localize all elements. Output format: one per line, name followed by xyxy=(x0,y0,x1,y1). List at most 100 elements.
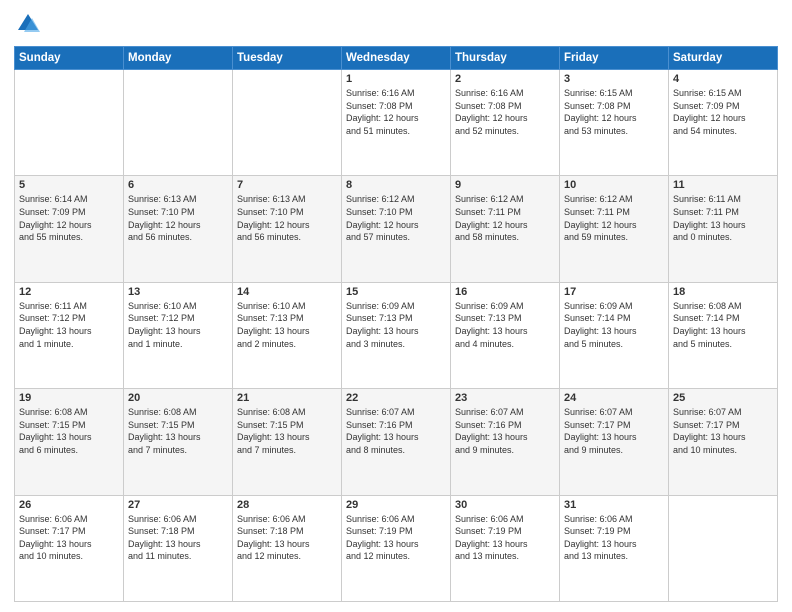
calendar-cell: 23 Sunrise: 6:07 AM Sunset: 7:16 PM Dayli… xyxy=(451,389,560,495)
day-number: 30 xyxy=(455,499,555,511)
day-number: 4 xyxy=(673,73,773,85)
logo xyxy=(14,10,46,38)
day-info: Sunrise: 6:14 AM Sunset: 7:09 PM Dayligh… xyxy=(19,193,119,243)
day-number: 3 xyxy=(564,73,664,85)
calendar-cell: 9Sunrise: 6:12 AM Sunset: 7:11 PM Daylig… xyxy=(451,176,560,282)
day-number: 24 xyxy=(564,392,664,404)
day-info: Sunrise: 6:10 AM Sunset: 7:13 PM Dayligh… xyxy=(237,300,337,350)
day-info: Sunrise: 6:07 AM Sunset: 7:17 PM Dayligh… xyxy=(673,406,773,456)
day-info: Sunrise: 6:16 AM Sunset: 7:08 PM Dayligh… xyxy=(346,87,446,137)
calendar-cell: 15 Sunrise: 6:09 AM Sunset: 7:13 PM Dayli… xyxy=(342,282,451,388)
day-info: Sunrise: 6:12 AM Sunset: 7:11 PM Dayligh… xyxy=(564,193,664,243)
day-info: Sunrise: 6:15 AM Sunset: 7:08 PM Dayligh… xyxy=(564,87,664,137)
calendar-cell: 27Sunrise: 6:06 AM Sunset: 7:18 PM Dayli… xyxy=(124,495,233,601)
calendar-cell: 3 Sunrise: 6:15 AM Sunset: 7:08 PM Daylig… xyxy=(560,70,669,176)
day-number: 21 xyxy=(237,392,337,404)
header xyxy=(14,10,778,38)
day-info: Sunrise: 6:08 AM Sunset: 7:14 PM Dayligh… xyxy=(673,300,773,350)
day-info: Sunrise: 6:12 AM Sunset: 7:11 PM Dayligh… xyxy=(455,193,555,243)
calendar-cell xyxy=(15,70,124,176)
day-number: 19 xyxy=(19,392,119,404)
day-info: Sunrise: 6:13 AM Sunset: 7:10 PM Dayligh… xyxy=(128,193,228,243)
day-number: 15 xyxy=(346,286,446,298)
day-number: 14 xyxy=(237,286,337,298)
calendar-cell: 12Sunrise: 6:11 AM Sunset: 7:12 PM Dayli… xyxy=(15,282,124,388)
day-info: Sunrise: 6:08 AM Sunset: 7:15 PM Dayligh… xyxy=(19,406,119,456)
calendar-week-row: 1 Sunrise: 6:16 AM Sunset: 7:08 PM Daylig… xyxy=(15,70,778,176)
day-number: 16 xyxy=(455,286,555,298)
day-info: Sunrise: 6:06 AM Sunset: 7:17 PM Dayligh… xyxy=(19,513,119,563)
calendar-cell: 18 Sunrise: 6:08 AM Sunset: 7:14 PM Dayli… xyxy=(669,282,778,388)
calendar-day-header: Wednesday xyxy=(342,47,451,70)
calendar-cell: 31 Sunrise: 6:06 AM Sunset: 7:19 PM Dayli… xyxy=(560,495,669,601)
day-info: Sunrise: 6:06 AM Sunset: 7:19 PM Dayligh… xyxy=(455,513,555,563)
day-info: Sunrise: 6:10 AM Sunset: 7:12 PM Dayligh… xyxy=(128,300,228,350)
calendar-cell: 17 Sunrise: 6:09 AM Sunset: 7:14 PM Dayli… xyxy=(560,282,669,388)
day-number: 5 xyxy=(19,179,119,191)
day-number: 7 xyxy=(237,179,337,191)
day-number: 2 xyxy=(455,73,555,85)
calendar-day-header: Thursday xyxy=(451,47,560,70)
day-info: Sunrise: 6:07 AM Sunset: 7:16 PM Dayligh… xyxy=(346,406,446,456)
calendar-cell: 13 Sunrise: 6:10 AM Sunset: 7:12 PM Dayli… xyxy=(124,282,233,388)
day-info: Sunrise: 6:16 AM Sunset: 7:08 PM Dayligh… xyxy=(455,87,555,137)
calendar-cell: 1 Sunrise: 6:16 AM Sunset: 7:08 PM Daylig… xyxy=(342,70,451,176)
calendar-cell: 29Sunrise: 6:06 AM Sunset: 7:19 PM Dayli… xyxy=(342,495,451,601)
day-number: 1 xyxy=(346,73,446,85)
day-info: Sunrise: 6:12 AM Sunset: 7:10 PM Dayligh… xyxy=(346,193,446,243)
calendar-cell: 19 Sunrise: 6:08 AM Sunset: 7:15 PM Dayli… xyxy=(15,389,124,495)
day-number: 10 xyxy=(564,179,664,191)
calendar-cell: 28Sunrise: 6:06 AM Sunset: 7:18 PM Dayli… xyxy=(233,495,342,601)
calendar-cell xyxy=(233,70,342,176)
day-number: 23 xyxy=(455,392,555,404)
calendar-cell: 14 Sunrise: 6:10 AM Sunset: 7:13 PM Dayli… xyxy=(233,282,342,388)
calendar-cell: 6 Sunrise: 6:13 AM Sunset: 7:10 PM Daylig… xyxy=(124,176,233,282)
calendar-cell: 16Sunrise: 6:09 AM Sunset: 7:13 PM Dayli… xyxy=(451,282,560,388)
calendar-cell: 11 Sunrise: 6:11 AM Sunset: 7:11 PM Dayli… xyxy=(669,176,778,282)
day-info: Sunrise: 6:15 AM Sunset: 7:09 PM Dayligh… xyxy=(673,87,773,137)
day-info: Sunrise: 6:09 AM Sunset: 7:14 PM Dayligh… xyxy=(564,300,664,350)
day-info: Sunrise: 6:13 AM Sunset: 7:10 PM Dayligh… xyxy=(237,193,337,243)
day-number: 20 xyxy=(128,392,228,404)
day-number: 31 xyxy=(564,499,664,511)
day-number: 13 xyxy=(128,286,228,298)
calendar-cell: 8Sunrise: 6:12 AM Sunset: 7:10 PM Daylig… xyxy=(342,176,451,282)
day-number: 18 xyxy=(673,286,773,298)
calendar-day-header: Sunday xyxy=(15,47,124,70)
calendar-week-row: 5 Sunrise: 6:14 AM Sunset: 7:09 PM Daylig… xyxy=(15,176,778,282)
day-number: 17 xyxy=(564,286,664,298)
calendar-day-header: Monday xyxy=(124,47,233,70)
calendar-cell: 7 Sunrise: 6:13 AM Sunset: 7:10 PM Daylig… xyxy=(233,176,342,282)
day-number: 6 xyxy=(128,179,228,191)
day-info: Sunrise: 6:11 AM Sunset: 7:11 PM Dayligh… xyxy=(673,193,773,243)
day-number: 29 xyxy=(346,499,446,511)
calendar-cell xyxy=(124,70,233,176)
day-number: 22 xyxy=(346,392,446,404)
day-number: 27 xyxy=(128,499,228,511)
calendar-cell xyxy=(669,495,778,601)
logo-icon xyxy=(14,10,42,38)
calendar-table: SundayMondayTuesdayWednesdayThursdayFrid… xyxy=(14,46,778,602)
calendar-day-header: Friday xyxy=(560,47,669,70)
day-number: 11 xyxy=(673,179,773,191)
day-info: Sunrise: 6:09 AM Sunset: 7:13 PM Dayligh… xyxy=(346,300,446,350)
calendar-cell: 30 Sunrise: 6:06 AM Sunset: 7:19 PM Dayli… xyxy=(451,495,560,601)
calendar-day-header: Tuesday xyxy=(233,47,342,70)
calendar-cell: 20 Sunrise: 6:08 AM Sunset: 7:15 PM Dayli… xyxy=(124,389,233,495)
day-info: Sunrise: 6:06 AM Sunset: 7:19 PM Dayligh… xyxy=(564,513,664,563)
day-info: Sunrise: 6:08 AM Sunset: 7:15 PM Dayligh… xyxy=(128,406,228,456)
day-info: Sunrise: 6:06 AM Sunset: 7:18 PM Dayligh… xyxy=(237,513,337,563)
day-info: Sunrise: 6:08 AM Sunset: 7:15 PM Dayligh… xyxy=(237,406,337,456)
calendar-cell: 24 Sunrise: 6:07 AM Sunset: 7:17 PM Dayli… xyxy=(560,389,669,495)
calendar-cell: 2 Sunrise: 6:16 AM Sunset: 7:08 PM Daylig… xyxy=(451,70,560,176)
calendar-week-row: 12Sunrise: 6:11 AM Sunset: 7:12 PM Dayli… xyxy=(15,282,778,388)
calendar-cell: 5 Sunrise: 6:14 AM Sunset: 7:09 PM Daylig… xyxy=(15,176,124,282)
day-info: Sunrise: 6:07 AM Sunset: 7:16 PM Dayligh… xyxy=(455,406,555,456)
calendar-cell: 26 Sunrise: 6:06 AM Sunset: 7:17 PM Dayli… xyxy=(15,495,124,601)
page: SundayMondayTuesdayWednesdayThursdayFrid… xyxy=(0,0,792,612)
calendar-day-header: Saturday xyxy=(669,47,778,70)
day-number: 26 xyxy=(19,499,119,511)
day-info: Sunrise: 6:11 AM Sunset: 7:12 PM Dayligh… xyxy=(19,300,119,350)
calendar-cell: 25Sunrise: 6:07 AM Sunset: 7:17 PM Dayli… xyxy=(669,389,778,495)
day-info: Sunrise: 6:07 AM Sunset: 7:17 PM Dayligh… xyxy=(564,406,664,456)
